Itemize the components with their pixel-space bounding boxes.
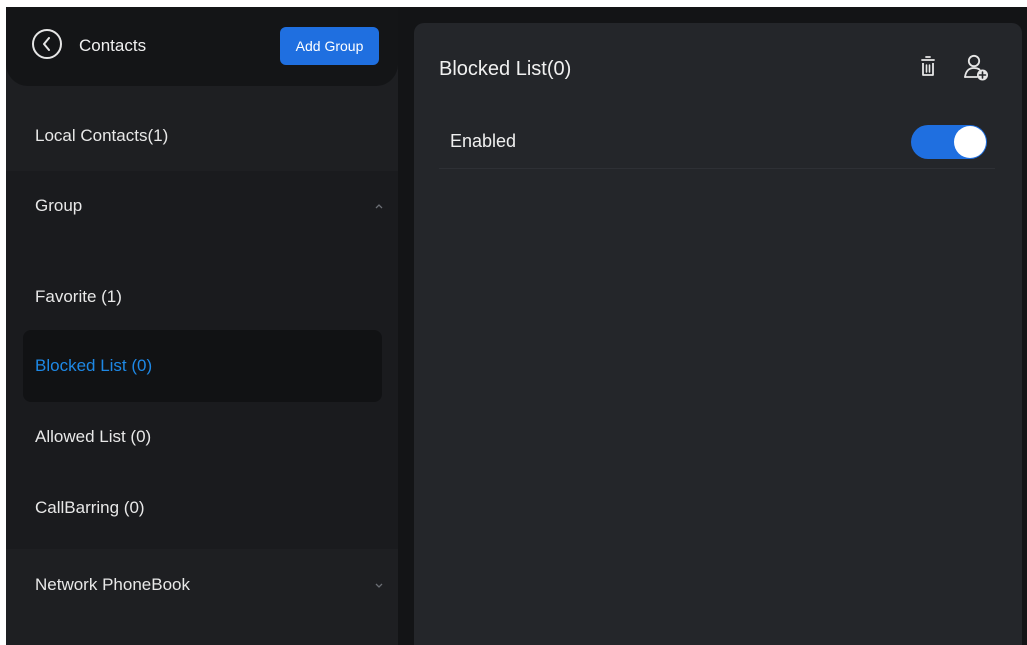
enabled-toggle[interactable] bbox=[911, 125, 987, 159]
enabled-label: Enabled bbox=[450, 131, 517, 151]
sidebar-item-local-contacts[interactable]: Local Contacts(1) bbox=[6, 101, 398, 171]
group-item-label: Favorite (1) bbox=[35, 287, 122, 306]
chevron-down-icon bbox=[375, 583, 383, 588]
add-user-icon[interactable] bbox=[962, 53, 990, 83]
toggle-knob bbox=[954, 126, 986, 158]
panel-divider bbox=[398, 7, 414, 645]
group-item-callbarring[interactable]: CallBarring (0) bbox=[23, 472, 382, 544]
main-panel: Blocked List(0) Enabled bbox=[414, 23, 1022, 645]
sidebar-item-label: Group bbox=[35, 196, 83, 215]
add-group-button[interactable]: Add Group bbox=[280, 27, 379, 65]
panel-title: Blocked List(0) bbox=[439, 58, 572, 80]
screen: Contacts Add Group Local Contacts(1) Gro… bbox=[6, 7, 1027, 645]
back-icon bbox=[43, 37, 50, 51]
sidebar-item-label: Network PhoneBook bbox=[35, 575, 190, 594]
sidebar-item-label: Local Contacts(1) bbox=[35, 126, 169, 145]
sidebar-header: Contacts Add Group bbox=[6, 7, 398, 86]
group-list: Favorite (1) Blocked List (0) Allowed Li… bbox=[6, 241, 398, 549]
sidebar-item-network-phonebook[interactable]: Network PhoneBook bbox=[6, 549, 398, 621]
chevron-up-icon bbox=[375, 204, 383, 209]
enabled-setting-row: Enabled bbox=[439, 111, 995, 169]
group-item-allowed-list[interactable]: Allowed List (0) bbox=[23, 401, 382, 473]
group-item-label: Allowed List (0) bbox=[35, 427, 152, 446]
sidebar-item-group[interactable]: Group bbox=[6, 171, 398, 241]
back-button[interactable] bbox=[32, 29, 62, 59]
group-item-favorite[interactable]: Favorite (1) bbox=[23, 261, 382, 333]
page-title: Contacts bbox=[79, 36, 147, 55]
trash-icon[interactable] bbox=[914, 53, 942, 83]
group-item-label: CallBarring (0) bbox=[35, 498, 145, 517]
group-item-blocked-list[interactable]: Blocked List (0) bbox=[23, 330, 382, 402]
group-item-label: Blocked List (0) bbox=[35, 356, 153, 375]
sidebar: Contacts Add Group Local Contacts(1) Gro… bbox=[6, 7, 398, 645]
